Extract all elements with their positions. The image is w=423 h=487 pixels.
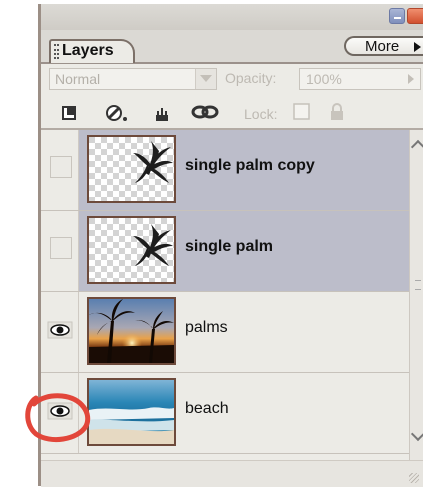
lock-all-checkbox-icon[interactable] bbox=[293, 103, 311, 121]
layer-name[interactable]: beach bbox=[185, 400, 229, 418]
layer-thumbnail bbox=[87, 378, 176, 446]
more-button-label: More bbox=[365, 38, 400, 55]
visibility-cell[interactable] bbox=[41, 130, 79, 210]
layers-list: single palm copy single palm palms beach bbox=[41, 130, 409, 460]
lock-image-pixels-icon[interactable] bbox=[105, 103, 129, 123]
layer-thumbnail bbox=[87, 216, 176, 284]
lock-label: Lock: bbox=[244, 106, 278, 122]
layer-row-single-palm[interactable]: single palm bbox=[41, 211, 409, 292]
visibility-cell[interactable] bbox=[41, 292, 79, 372]
scroll-down-icon[interactable] bbox=[410, 428, 423, 446]
minimize-button[interactable] bbox=[389, 8, 405, 24]
visibility-toggle-empty[interactable] bbox=[50, 237, 72, 259]
highlight-circle-annotation bbox=[25, 393, 91, 443]
tab-row: Layers More bbox=[41, 30, 423, 64]
scroll-grip-icon[interactable] bbox=[415, 280, 421, 290]
blend-mode-value: Normal bbox=[55, 71, 101, 87]
lock-transparent-pixels-icon[interactable] bbox=[61, 103, 79, 121]
chevron-down-icon bbox=[195, 69, 216, 89]
layer-name[interactable]: single palm bbox=[185, 238, 273, 256]
grip-icon bbox=[54, 44, 59, 59]
layer-thumbnail bbox=[87, 135, 176, 203]
opacity-label: Opacity: bbox=[225, 70, 277, 86]
layers-scrollbar[interactable] bbox=[409, 130, 423, 460]
palms-sunset-thumbnail bbox=[89, 299, 174, 363]
play-arrow-icon bbox=[414, 42, 421, 52]
beach-ocean-thumbnail bbox=[89, 380, 174, 444]
visibility-cell[interactable] bbox=[41, 211, 79, 291]
padlock-icon bbox=[331, 103, 343, 120]
lock-row: Lock: bbox=[41, 98, 423, 130]
layer-thumbnail bbox=[87, 297, 176, 365]
close-button[interactable] bbox=[407, 8, 423, 24]
opacity-field[interactable]: 100% bbox=[299, 68, 421, 90]
scroll-up-icon[interactable] bbox=[410, 136, 423, 154]
lock-position-icon[interactable] bbox=[153, 103, 171, 123]
resize-grip-icon[interactable] bbox=[409, 473, 419, 483]
opacity-slider-arrow-icon[interactable] bbox=[408, 74, 414, 84]
options-row: Normal Opacity: 100% bbox=[41, 64, 423, 96]
single-palm-thumbnail bbox=[89, 218, 174, 282]
more-button[interactable]: More bbox=[344, 36, 423, 56]
layer-row-beach[interactable]: beach bbox=[41, 373, 409, 454]
opacity-value: 100% bbox=[306, 71, 342, 87]
eye-icon[interactable] bbox=[47, 321, 73, 339]
layers-panel: Layers More Normal Opacity: 100% Lock: s… bbox=[38, 4, 423, 487]
layer-name[interactable]: palms bbox=[185, 319, 228, 337]
link-icon[interactable] bbox=[191, 103, 219, 121]
layer-row-palms[interactable]: palms bbox=[41, 292, 409, 373]
panel-titlebar bbox=[41, 4, 423, 30]
blend-mode-select[interactable]: Normal bbox=[49, 68, 217, 90]
panel-bottom-bar bbox=[41, 460, 423, 487]
layer-name[interactable]: single palm copy bbox=[185, 157, 315, 175]
visibility-toggle-empty[interactable] bbox=[50, 156, 72, 178]
single-palm-thumbnail bbox=[89, 137, 174, 201]
tab-layers-label: Layers bbox=[62, 42, 114, 59]
tab-layers[interactable]: Layers bbox=[49, 39, 135, 63]
layer-row-single-palm-copy[interactable]: single palm copy bbox=[41, 130, 409, 211]
